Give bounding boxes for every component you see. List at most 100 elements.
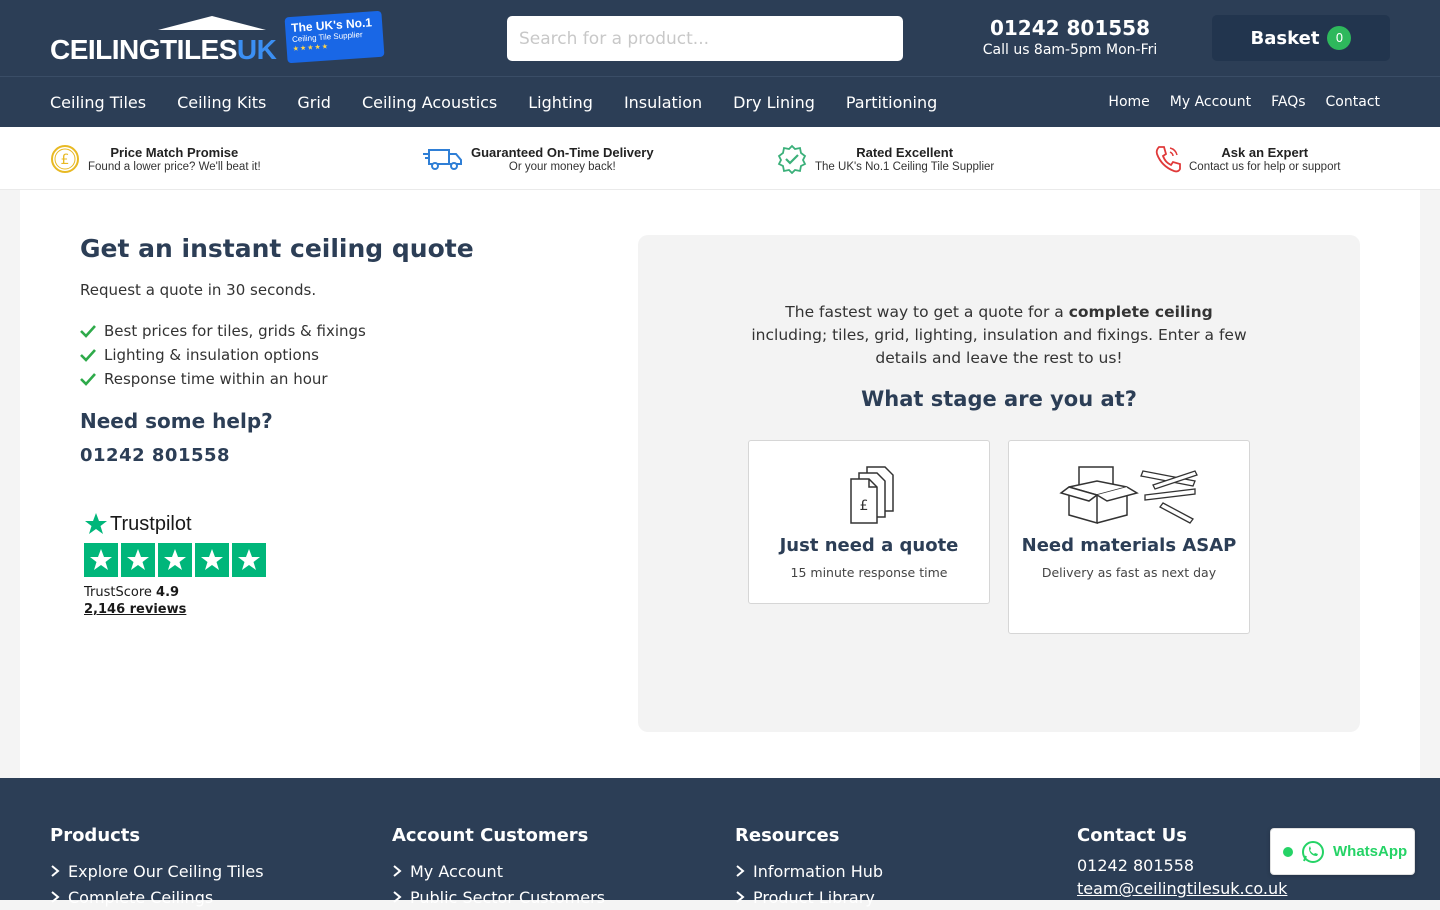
nav-lighting[interactable]: Lighting <box>528 93 593 112</box>
footer-link[interactable]: Information Hub <box>735 858 883 884</box>
footer-phone[interactable]: 01242 801558 <box>1077 856 1287 875</box>
list-item: Best prices for tiles, grids & fixings <box>80 319 474 343</box>
nav-dry-lining[interactable]: Dry Lining <box>733 93 815 112</box>
usp-title: Price Match Promise <box>110 144 239 160</box>
option-subtitle: Delivery as fast as next day <box>1041 565 1217 580</box>
usp-ask-expert[interactable]: Ask an Expert Contact us for help or sup… <box>1153 127 1341 190</box>
nav-ceiling-tiles[interactable]: Ceiling Tiles <box>50 93 146 112</box>
nav-my-account[interactable]: My Account <box>1170 94 1251 110</box>
trustscore-label: TrustScore <box>84 585 152 600</box>
main-navigation: Ceiling Tiles Ceiling Kits Grid Ceiling … <box>0 76 1440 127</box>
benefit-text: Response time within an hour <box>104 370 328 388</box>
footer-heading: Contact Us <box>1077 825 1188 846</box>
option-title: Need materials ASAP <box>1021 535 1237 556</box>
whatsapp-label: WhatsApp <box>1333 843 1408 860</box>
svg-text:£: £ <box>860 498 869 514</box>
logo-suffix: UK <box>236 34 277 65</box>
footer-link-label: Explore Our Ceiling Tiles <box>68 861 264 881</box>
trustpilot-reviews-link[interactable]: 2,146 reviews <box>84 602 266 617</box>
usp-subtitle: Contact us for help or support <box>1189 160 1341 173</box>
footer-link[interactable]: Public Sector Customers <box>392 884 605 910</box>
chevron-right-icon <box>736 891 745 903</box>
pound-coin-icon: £ <box>51 144 79 173</box>
footer-link[interactable]: Explore Our Ceiling Tiles <box>50 858 264 884</box>
site-footer: Products Explore Our Ceiling Tiles Compl… <box>0 778 1440 907</box>
phone-icon <box>1155 145 1181 172</box>
rating-star-icon <box>121 543 155 577</box>
usp-title: Guaranteed On-Time Delivery <box>471 144 654 160</box>
nav-partitioning[interactable]: Partitioning <box>846 93 937 112</box>
trustpilot-widget[interactable]: Trustpilot TrustScore 4.9 2,146 reviews <box>84 512 266 617</box>
header-hours: Call us 8am-5pm Mon-Fri <box>982 42 1158 58</box>
verified-badge-icon <box>777 144 807 174</box>
option-just-quote[interactable]: £ Just need a quote 15 minute response t… <box>748 440 990 604</box>
usp-subtitle: Found a lower price? We'll beat it! <box>88 160 261 173</box>
benefits-list: Best prices for tiles, grids & fixings L… <box>80 319 474 391</box>
usp-delivery: Guaranteed On-Time Delivery Or your mone… <box>423 127 654 190</box>
footer-link-label: Complete Ceilings <box>68 887 214 907</box>
whatsapp-chat-button[interactable]: WhatsApp <box>1270 828 1415 875</box>
quote-section: Get an instant ceiling quote Request a q… <box>20 190 1420 778</box>
rating-star-icon <box>195 543 229 577</box>
option-subtitle: 15 minute response time <box>790 565 948 580</box>
trustpilot-rating-stars <box>84 543 266 577</box>
nav-contact[interactable]: Contact <box>1326 94 1380 110</box>
rating-star-icon <box>84 543 118 577</box>
chevron-right-icon <box>393 891 402 903</box>
footer-link-label: My Account <box>410 861 503 881</box>
panel-intro: The fastest way to get a quote for a com… <box>748 301 1250 370</box>
footer-contact: Contact Us 01242 801558 team@ceilingtile… <box>1077 825 1287 898</box>
page-subtitle: Request a quote in 30 seconds. <box>80 281 317 299</box>
chevron-right-icon <box>51 891 60 903</box>
usp-rated-excellent: Rated Excellent The UK's No.1 Ceiling Ti… <box>777 127 994 190</box>
svg-text:£: £ <box>61 152 70 168</box>
nav-ceiling-kits[interactable]: Ceiling Kits <box>177 93 266 112</box>
site-logo[interactable]: CEILINGTILESUK <box>50 16 277 65</box>
intro-text: The fastest way to get a quote for a <box>785 303 1069 321</box>
logo-roof-icon <box>158 16 266 30</box>
trustpilot-star-icon <box>85 513 107 534</box>
footer-products: Products Explore Our Ceiling Tiles Compl… <box>50 825 264 910</box>
basket-button[interactable]: Basket 0 <box>1212 15 1390 61</box>
usp-title: Rated Excellent <box>856 144 954 160</box>
delivery-truck-icon <box>423 148 462 170</box>
header-phone-number[interactable]: 01242 801558 <box>960 16 1180 40</box>
basket-count-badge: 0 <box>1327 26 1352 50</box>
quote-intro: Get an instant ceiling quote Request a q… <box>80 234 474 466</box>
basket-label: Basket <box>1250 27 1320 49</box>
benefit-text: Lighting & insulation options <box>104 346 319 364</box>
footer-link-label: Information Hub <box>753 861 884 881</box>
footer-link-label: Public Sector Customers <box>410 887 606 907</box>
whatsapp-icon <box>1302 840 1324 863</box>
list-item: Lighting & insulation options <box>80 343 474 367</box>
quote-stage-panel: The fastest way to get a quote for a com… <box>638 235 1360 732</box>
search-input[interactable] <box>507 16 903 61</box>
benefit-text: Best prices for tiles, grids & fixings <box>104 322 366 340</box>
footer-link[interactable]: My Account <box>392 858 605 884</box>
footer-link[interactable]: Product Library <box>735 884 883 910</box>
nav-grid[interactable]: Grid <box>297 93 331 112</box>
utility-nav: Home My Account FAQs Contact <box>1088 77 1380 127</box>
footer-heading: Account Customers <box>392 825 589 846</box>
usp-subtitle: The UK's No.1 Ceiling Tile Supplier <box>815 160 995 173</box>
intro-bold: complete ceiling <box>1068 303 1213 321</box>
nav-insulation[interactable]: Insulation <box>624 93 702 112</box>
rating-star-icon <box>232 543 266 577</box>
footer-email[interactable]: team@ceilingtilesuk.co.uk <box>1077 879 1287 898</box>
documents-pound-icon: £ <box>850 466 894 524</box>
nav-ceiling-acoustics[interactable]: Ceiling Acoustics <box>362 93 497 112</box>
nav-faqs[interactable]: FAQs <box>1271 94 1305 110</box>
header-phone[interactable]: 01242 801558 Call us 8am-5pm Mon-Fri <box>960 16 1180 58</box>
nav-home[interactable]: Home <box>1108 94 1149 110</box>
footer-heading: Products <box>50 825 141 846</box>
footer-link[interactable]: Complete Ceilings <box>50 884 264 910</box>
help-phone-number[interactable]: 01242 801558 <box>80 445 474 466</box>
category-nav: Ceiling Tiles Ceiling Kits Grid Ceiling … <box>50 77 968 127</box>
trustscore-value: 4.9 <box>156 585 180 600</box>
intro-text-end: including; tiles, grid, lighting, insula… <box>751 326 1247 367</box>
trustpilot-logo-text: Trustpilot <box>110 512 192 535</box>
rating-star-icon <box>158 543 192 577</box>
option-materials-asap[interactable]: Need materials ASAP Delivery as fast as … <box>1008 440 1250 634</box>
footer-account-customers: Account Customers My Account Public Sect… <box>392 825 605 910</box>
page-title: Get an instant ceiling quote <box>80 234 474 263</box>
